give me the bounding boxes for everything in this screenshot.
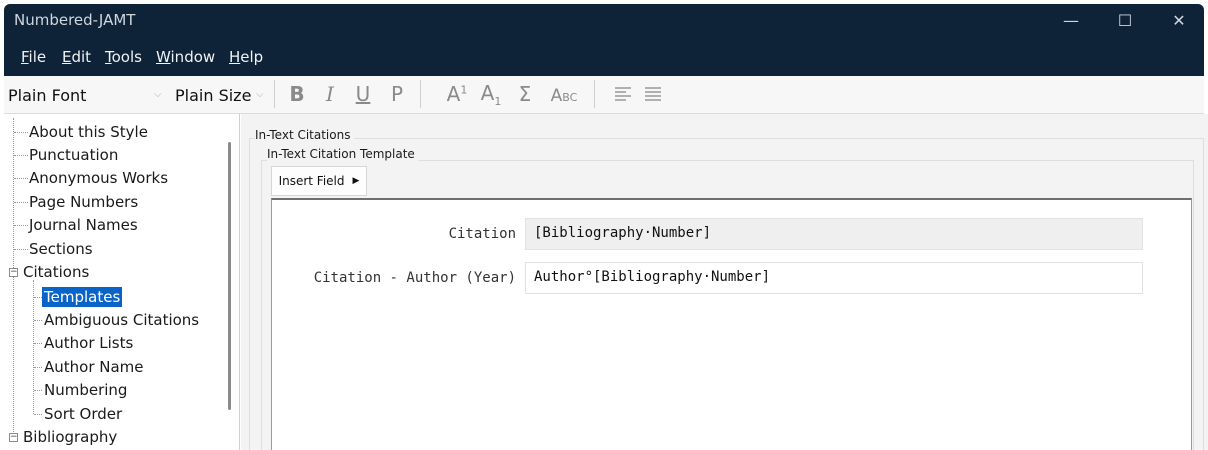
citation-author-year-template-field[interactable]: Author°[Bibliography·Number] [525, 262, 1143, 294]
justify-icon [645, 87, 661, 101]
subscript-icon: A1 [480, 80, 502, 108]
font-select-chevron-down-icon[interactable]: ⌵ [154, 89, 162, 100]
tree-item-author-lists[interactable]: Author Lists [44, 333, 133, 353]
triangle-right-icon: ▶ [352, 176, 360, 186]
template-group-title: In-Text Citation Template [267, 147, 419, 161]
underline-button[interactable]: U [350, 80, 376, 108]
toolbar-divider [274, 80, 275, 108]
tree-item-about-this-style[interactable]: About this Style [29, 122, 148, 142]
tree-guide-line [34, 343, 42, 344]
insert-field-label: Insert Field [278, 174, 345, 188]
tree-guide-line [14, 202, 28, 203]
align-left-button[interactable] [610, 80, 636, 108]
italic-button[interactable]: I [317, 80, 343, 108]
bold-button[interactable]: B [284, 80, 310, 108]
tree-item-sections[interactable]: Sections [29, 239, 93, 259]
underline-icon: U [355, 82, 371, 106]
symbol-button[interactable]: Σ [510, 80, 540, 108]
italic-icon: I [326, 82, 334, 106]
citation-template-value: [Bibliography·Number] [534, 225, 712, 241]
tree-item-citations[interactable]: Citations [23, 262, 89, 282]
plain-button[interactable]: P [384, 80, 410, 108]
tree-item-numbering[interactable]: Numbering [44, 380, 127, 400]
main-panel: In-Text Citations In-Text Citation Templ… [241, 114, 1208, 450]
tree-guide-line [14, 225, 28, 226]
menu-tools[interactable]: Tools [105, 48, 142, 66]
tree-item-page-numbers[interactable]: Page Numbers [29, 192, 138, 212]
plain-icon: P [390, 82, 404, 106]
bold-icon: B [289, 82, 305, 106]
tree-item-ambiguous-citations[interactable]: Ambiguous Citations [44, 310, 199, 330]
tree-item-sort-order[interactable]: Sort Order [44, 404, 122, 424]
justify-button[interactable] [640, 80, 666, 108]
maximize-button[interactable]: ☐ [1102, 4, 1148, 36]
size-select-value: Plain Size [175, 85, 252, 105]
subscript-button[interactable]: A1 [476, 80, 506, 108]
tree-guide-line [14, 155, 28, 156]
template-editor[interactable]: Citation [Bibliography·Number] Citation … [271, 198, 1192, 450]
minimize-button[interactable]: — [1048, 4, 1094, 36]
font-select[interactable]: Plain Font [8, 80, 168, 110]
citation-label: Citation [448, 226, 516, 242]
menu-help[interactable]: Help [229, 48, 263, 66]
tree-item-journal-names[interactable]: Journal Names [29, 215, 138, 235]
superscript-button[interactable]: A1 [442, 80, 472, 108]
toolbar-divider [594, 80, 595, 108]
tree-item-bibliography[interactable]: Bibliography [23, 427, 117, 447]
size-select[interactable]: Plain Size [175, 80, 265, 110]
smallcaps-icon: ABC [550, 86, 578, 106]
section-title: In-Text Citations [255, 128, 355, 142]
tree-item-templates[interactable]: Templates [42, 287, 123, 307]
bibliography-collapse-icon[interactable]: − [9, 433, 18, 442]
format-toolbar: Plain Font ⌵ Plain Size ⌵ B I U P A1 A1 … [4, 76, 1204, 114]
tree-guide-line [13, 118, 14, 438]
insert-field-button[interactable]: Insert Field ▶ [271, 166, 367, 196]
menu-bar: File Edit Tools Window Help [4, 36, 1204, 76]
tree-guide-line [14, 132, 28, 133]
align-left-icon [615, 87, 631, 101]
tree-item-punctuation[interactable]: Punctuation [29, 145, 118, 165]
size-select-chevron-down-icon[interactable]: ⌵ [256, 89, 264, 100]
tree-guide-line [34, 390, 42, 391]
tree-guide-line [14, 249, 28, 250]
toolbar-divider [420, 80, 421, 108]
citation-template-field[interactable]: [Bibliography·Number] [525, 218, 1143, 250]
tree-item-author-name[interactable]: Author Name [44, 357, 144, 377]
close-icon: ✕ [1172, 10, 1186, 30]
sigma-icon: Σ [518, 82, 532, 106]
tree-guide-line [34, 367, 42, 368]
menu-edit[interactable]: Edit [62, 48, 91, 66]
tree-guide-line [34, 414, 42, 415]
font-select-value: Plain Font [8, 85, 87, 105]
menu-file[interactable]: File [21, 48, 46, 66]
tree-guide-line [34, 320, 42, 321]
tree-item-anonymous-works[interactable]: Anonymous Works [29, 168, 168, 188]
style-tree: About this Style Punctuation Anonymous W… [4, 114, 240, 450]
citation-author-year-template-value: Author°[Bibliography·Number] [534, 269, 771, 285]
title-bar: Numbered-JAMT — ☐ ✕ [4, 4, 1204, 36]
menu-window[interactable]: Window [156, 48, 215, 66]
tree-guide-line [14, 178, 28, 179]
citations-collapse-icon[interactable]: − [9, 268, 18, 277]
maximize-icon: ☐ [1117, 10, 1133, 30]
window-title: Numbered-JAMT [14, 11, 136, 29]
minimize-icon: — [1063, 10, 1079, 30]
smallcaps-button[interactable]: ABC [546, 80, 582, 108]
close-button[interactable]: ✕ [1156, 4, 1202, 36]
superscript-icon: A1 [446, 82, 468, 106]
citation-author-year-label: Citation - Author (Year) [313, 270, 516, 286]
tree-guide-line [33, 280, 34, 414]
tree-guide-line [34, 297, 42, 298]
sidebar-scrollbar[interactable] [228, 142, 231, 410]
